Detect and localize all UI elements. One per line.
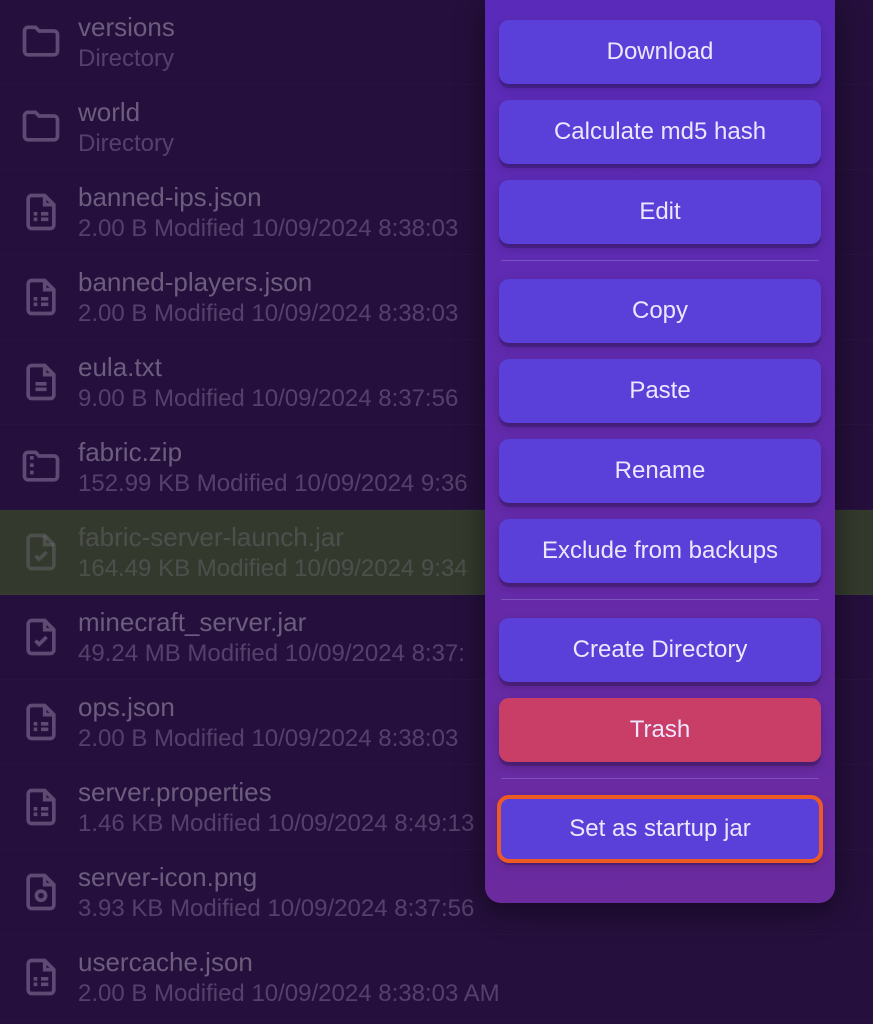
calculate-md5-button[interactable]: Calculate md5 hash [499,100,821,164]
rename-button[interactable]: Rename [499,439,821,503]
create-directory-button[interactable]: Create Directory [499,618,821,682]
exclude-backups-button[interactable]: Exclude from backups [499,519,821,583]
copy-button[interactable]: Copy [499,279,821,343]
menu-separator [501,599,819,600]
download-button[interactable]: Download [499,20,821,84]
paste-button[interactable]: Paste [499,359,821,423]
menu-separator [501,778,819,779]
edit-button[interactable]: Edit [499,180,821,244]
trash-button[interactable]: Trash [499,698,821,762]
set-startup-jar-button[interactable]: Set as startup jar [499,797,821,861]
menu-separator [501,260,819,261]
context-menu: Download Calculate md5 hash Edit Copy Pa… [485,0,835,903]
